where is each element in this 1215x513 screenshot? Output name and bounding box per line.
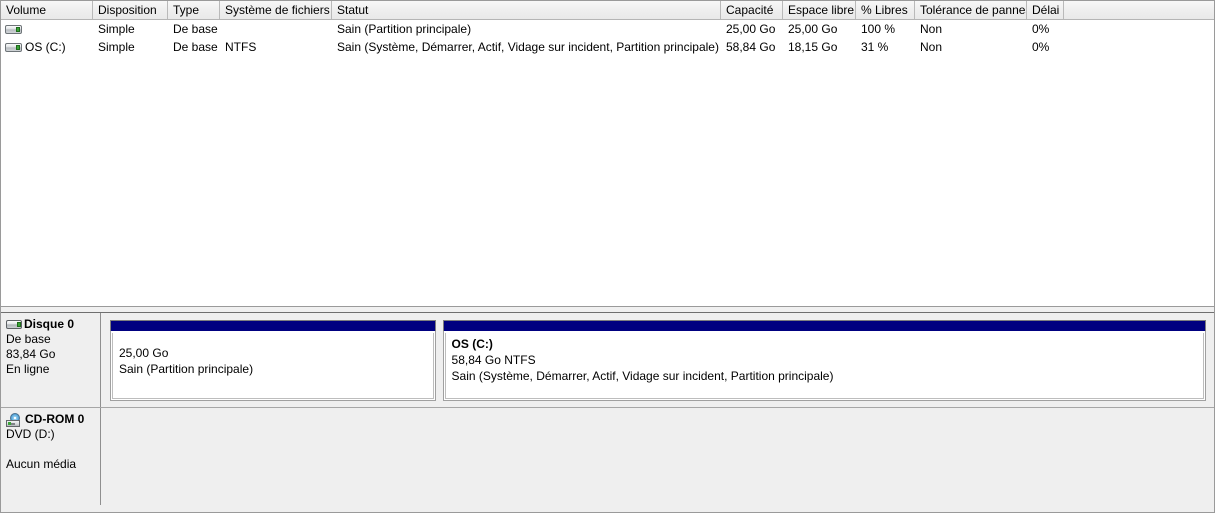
cell-percent-free: 100 % [861, 22, 896, 36]
cell-capacity: 58,84 Go [726, 40, 776, 54]
volume-list-pane: Volume Disposition Type Système de fichi… [1, 1, 1214, 306]
volume-list-header: Volume Disposition Type Système de fichi… [1, 1, 1214, 20]
column-header-free-space[interactable]: Espace libre [783, 1, 856, 19]
cell-file-system: NTFS [225, 40, 257, 54]
cell-status: Sain (Système, Démarrer, Actif, Vidage s… [337, 40, 719, 54]
disk-type: DVD (D:) [6, 427, 55, 441]
column-header-capacity[interactable]: Capacité [721, 1, 783, 19]
disk-info-panel[interactable]: Disque 0 De base 83,84 Go En ligne [1, 313, 101, 407]
partition-status: Sain (Système, Démarrer, Actif, Vidage s… [451, 369, 834, 383]
column-header-volume[interactable]: Volume [1, 1, 93, 19]
disk-info-spacer [6, 442, 100, 457]
disk-title: Disque 0 [6, 317, 100, 332]
partition-color-bar [442, 320, 1206, 331]
column-header-type[interactable]: Type [168, 1, 220, 19]
disk-partitions-strip: 25,00 Go Sain (Partition principale) OS … [101, 313, 1214, 407]
volume-list-body: Simple De base Sain (Partition principal… [1, 20, 1214, 56]
disk-type: De base [6, 332, 51, 346]
cell-free-space: 25,00 Go [788, 22, 838, 36]
partition-block[interactable]: 25,00 Go Sain (Partition principale) [110, 320, 436, 401]
hdd-volume-icon [5, 24, 22, 35]
disk-name: Disque 0 [24, 317, 75, 331]
graphical-view-pane: Disque 0 De base 83,84 Go En ligne 25,00… [1, 313, 1214, 512]
hdd-disk-icon [6, 319, 22, 330]
cell-volume-label: OS (C:) [25, 40, 66, 54]
cell-free-space: 18,15 Go [788, 40, 838, 54]
column-header-disposition[interactable]: Disposition [93, 1, 168, 19]
cdrom-icon [6, 412, 23, 427]
partition-size: 58,84 Go NTFS [451, 353, 536, 367]
disk-size: 83,84 Go [6, 347, 56, 361]
disk-row[interactable]: CD-ROM 0 DVD (D:) Aucun média [1, 408, 1214, 505]
disk-status: En ligne [6, 362, 50, 376]
column-header-fault-tolerance[interactable]: Tolérance de pannes [915, 1, 1027, 19]
disk-info-panel[interactable]: CD-ROM 0 DVD (D:) Aucun média [1, 408, 101, 505]
column-header-filler [1064, 1, 1214, 19]
column-header-file-system[interactable]: Système de fichiers [220, 1, 332, 19]
cell-status: Sain (Partition principale) [337, 22, 472, 36]
column-header-percent-free[interactable]: % Libres [856, 1, 915, 19]
cell-volume [1, 24, 93, 35]
partition-size: 25,00 Go [119, 346, 169, 360]
cell-type: De base [173, 40, 218, 54]
cell-capacity: 25,00 Go [726, 22, 776, 36]
partition-info: 25,00 Go Sain (Partition principale) [112, 333, 434, 399]
disk-title: CD-ROM 0 [6, 412, 100, 427]
hdd-volume-icon [5, 42, 22, 53]
disk-row[interactable]: Disque 0 De base 83,84 Go En ligne 25,00… [1, 313, 1214, 408]
partition-color-bar [110, 320, 436, 331]
cell-overhead: 0% [1032, 40, 1050, 54]
cdrom-empty-area[interactable] [101, 408, 1214, 505]
cell-fault-tolerance: Non [920, 22, 943, 36]
cell-percent-free: 31 % [861, 40, 889, 54]
table-row[interactable]: OS (C:) Simple De base NTFS Sain (Systèm… [1, 38, 1214, 56]
disk-status: Aucun média [6, 457, 77, 471]
cell-type: De base [173, 22, 218, 36]
partition-status: Sain (Partition principale) [119, 362, 254, 376]
cell-disposition: Simple [98, 22, 135, 36]
disk-management-window: Volume Disposition Type Système de fichi… [0, 0, 1215, 513]
pane-splitter[interactable] [1, 306, 1214, 313]
cell-disposition: Simple [98, 40, 135, 54]
cell-overhead: 0% [1032, 22, 1050, 36]
partition-info: OS (C:) 58,84 Go NTFS Sain (Système, Dém… [444, 333, 1204, 399]
table-row[interactable]: Simple De base Sain (Partition principal… [1, 20, 1214, 38]
column-header-status[interactable]: Statut [332, 1, 721, 19]
column-header-overhead[interactable]: Délai [1027, 1, 1064, 19]
partition-name: OS (C:) [451, 337, 493, 351]
cell-volume: OS (C:) [1, 38, 93, 56]
partition-block[interactable]: OS (C:) 58,84 Go NTFS Sain (Système, Dém… [442, 320, 1206, 401]
disk-name: CD-ROM 0 [25, 412, 85, 426]
cell-fault-tolerance: Non [920, 40, 943, 54]
